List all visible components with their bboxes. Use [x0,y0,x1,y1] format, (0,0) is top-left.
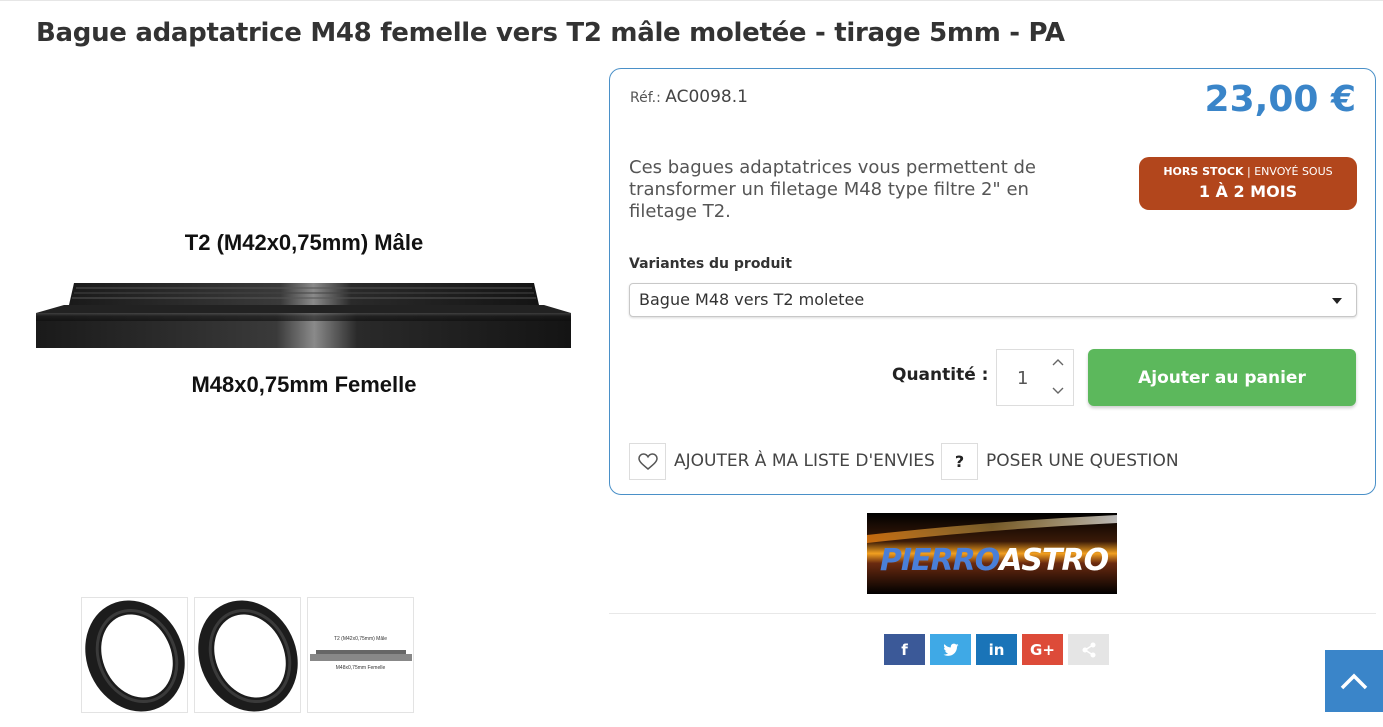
adapter-ring-illustration [36,283,571,348]
image-label-bottom: M48x0,75mm Femelle [191,372,417,397]
share-facebook-button[interactable]: f [884,634,925,665]
variants-label: Variantes du produit [629,256,792,272]
heart-icon [637,452,658,470]
share-twitter-button[interactable] [930,634,971,665]
ref-label: Réf.: [630,90,661,106]
ring-mini-icon [310,650,412,661]
stock-separator: | [1247,165,1251,178]
logo-part-1: PIERRO [879,543,1000,578]
ask-question-link[interactable]: POSER UNE QUESTION [986,451,1179,471]
share-divider [609,613,1376,614]
twitter-icon [942,643,958,656]
variant-select[interactable]: Bague M48 vers T2 moletee [629,283,1357,317]
product-reference: Réf.: AC0098.1 [630,87,748,107]
quantity-stepper[interactable]: 1 [996,349,1074,406]
page-title: Bague adaptatrice M48 femelle vers T2 mâ… [36,18,1065,48]
back-to-top-button[interactable] [1325,650,1383,712]
stock-status-line: HORS STOCK | ENVOYÉ SOUS [1139,165,1357,178]
wishlist-link[interactable]: AJOUTER À MA LISTE D'ENVIES [674,451,935,471]
product-description: Ces bagues adaptatrices vous permettent … [629,157,1036,222]
share-icon [1082,642,1095,657]
main-product-image[interactable]: T2 (M42x0,75mm) Mâle M48x0,75mm Femelle [34,215,574,415]
product-info-box: Réf.: AC0098.1 23,00 € Ces bagues adapta… [609,68,1376,495]
chevron-down-icon[interactable] [1051,383,1065,397]
quantity-label: Quantité : [892,365,989,385]
share-more-button[interactable] [1068,634,1109,665]
image-label-top: T2 (M42x0,75mm) Mâle [184,230,424,255]
add-to-cart-button[interactable]: Ajouter au panier [1088,349,1356,406]
thumbnail-3[interactable]: T2 (M42x0,75mm) Mâle M48x0,75mm Femelle [307,597,414,713]
ref-value: AC0098.1 [665,87,748,107]
pierroastro-logo[interactable]: PIERROASTRO [867,513,1117,594]
logo-wordmark: PIERROASTRO [879,543,1109,578]
chevron-up-icon[interactable] [1051,356,1065,370]
product-price: 23,00 € [1204,79,1356,120]
question-button[interactable]: ? [941,443,978,480]
stock-delay: 1 À 2 MOIS [1198,182,1298,201]
stock-status-badge: HORS STOCK | ENVOYÉ SOUS 1 À 2 MOIS [1139,157,1357,210]
share-linkedin-button[interactable]: in [976,634,1017,665]
top-divider [0,0,1383,1]
caret-down-icon [1332,298,1342,304]
thumbnail-label-bottom: M48x0,75mm Femelle [335,665,386,671]
logo-part-2: ASTRO [999,543,1109,578]
stock-status: HORS STOCK [1163,165,1244,178]
share-googleplus-button[interactable]: G+ [1022,634,1063,665]
ring-photo-icon [198,600,298,712]
thumbnail-2[interactable] [194,597,301,713]
variant-selected-value: Bague M48 vers T2 moletee [639,290,865,309]
quantity-value[interactable]: 1 [1017,368,1028,389]
stock-shipping: ENVOYÉ SOUS [1254,165,1333,178]
ring-photo-icon [85,600,185,712]
thumbnail-1[interactable] [81,597,188,713]
thumbnail-label-top: T2 (M42x0,75mm) Mâle [333,636,388,642]
chevron-up-icon [1340,673,1368,690]
wishlist-button[interactable] [629,443,666,480]
